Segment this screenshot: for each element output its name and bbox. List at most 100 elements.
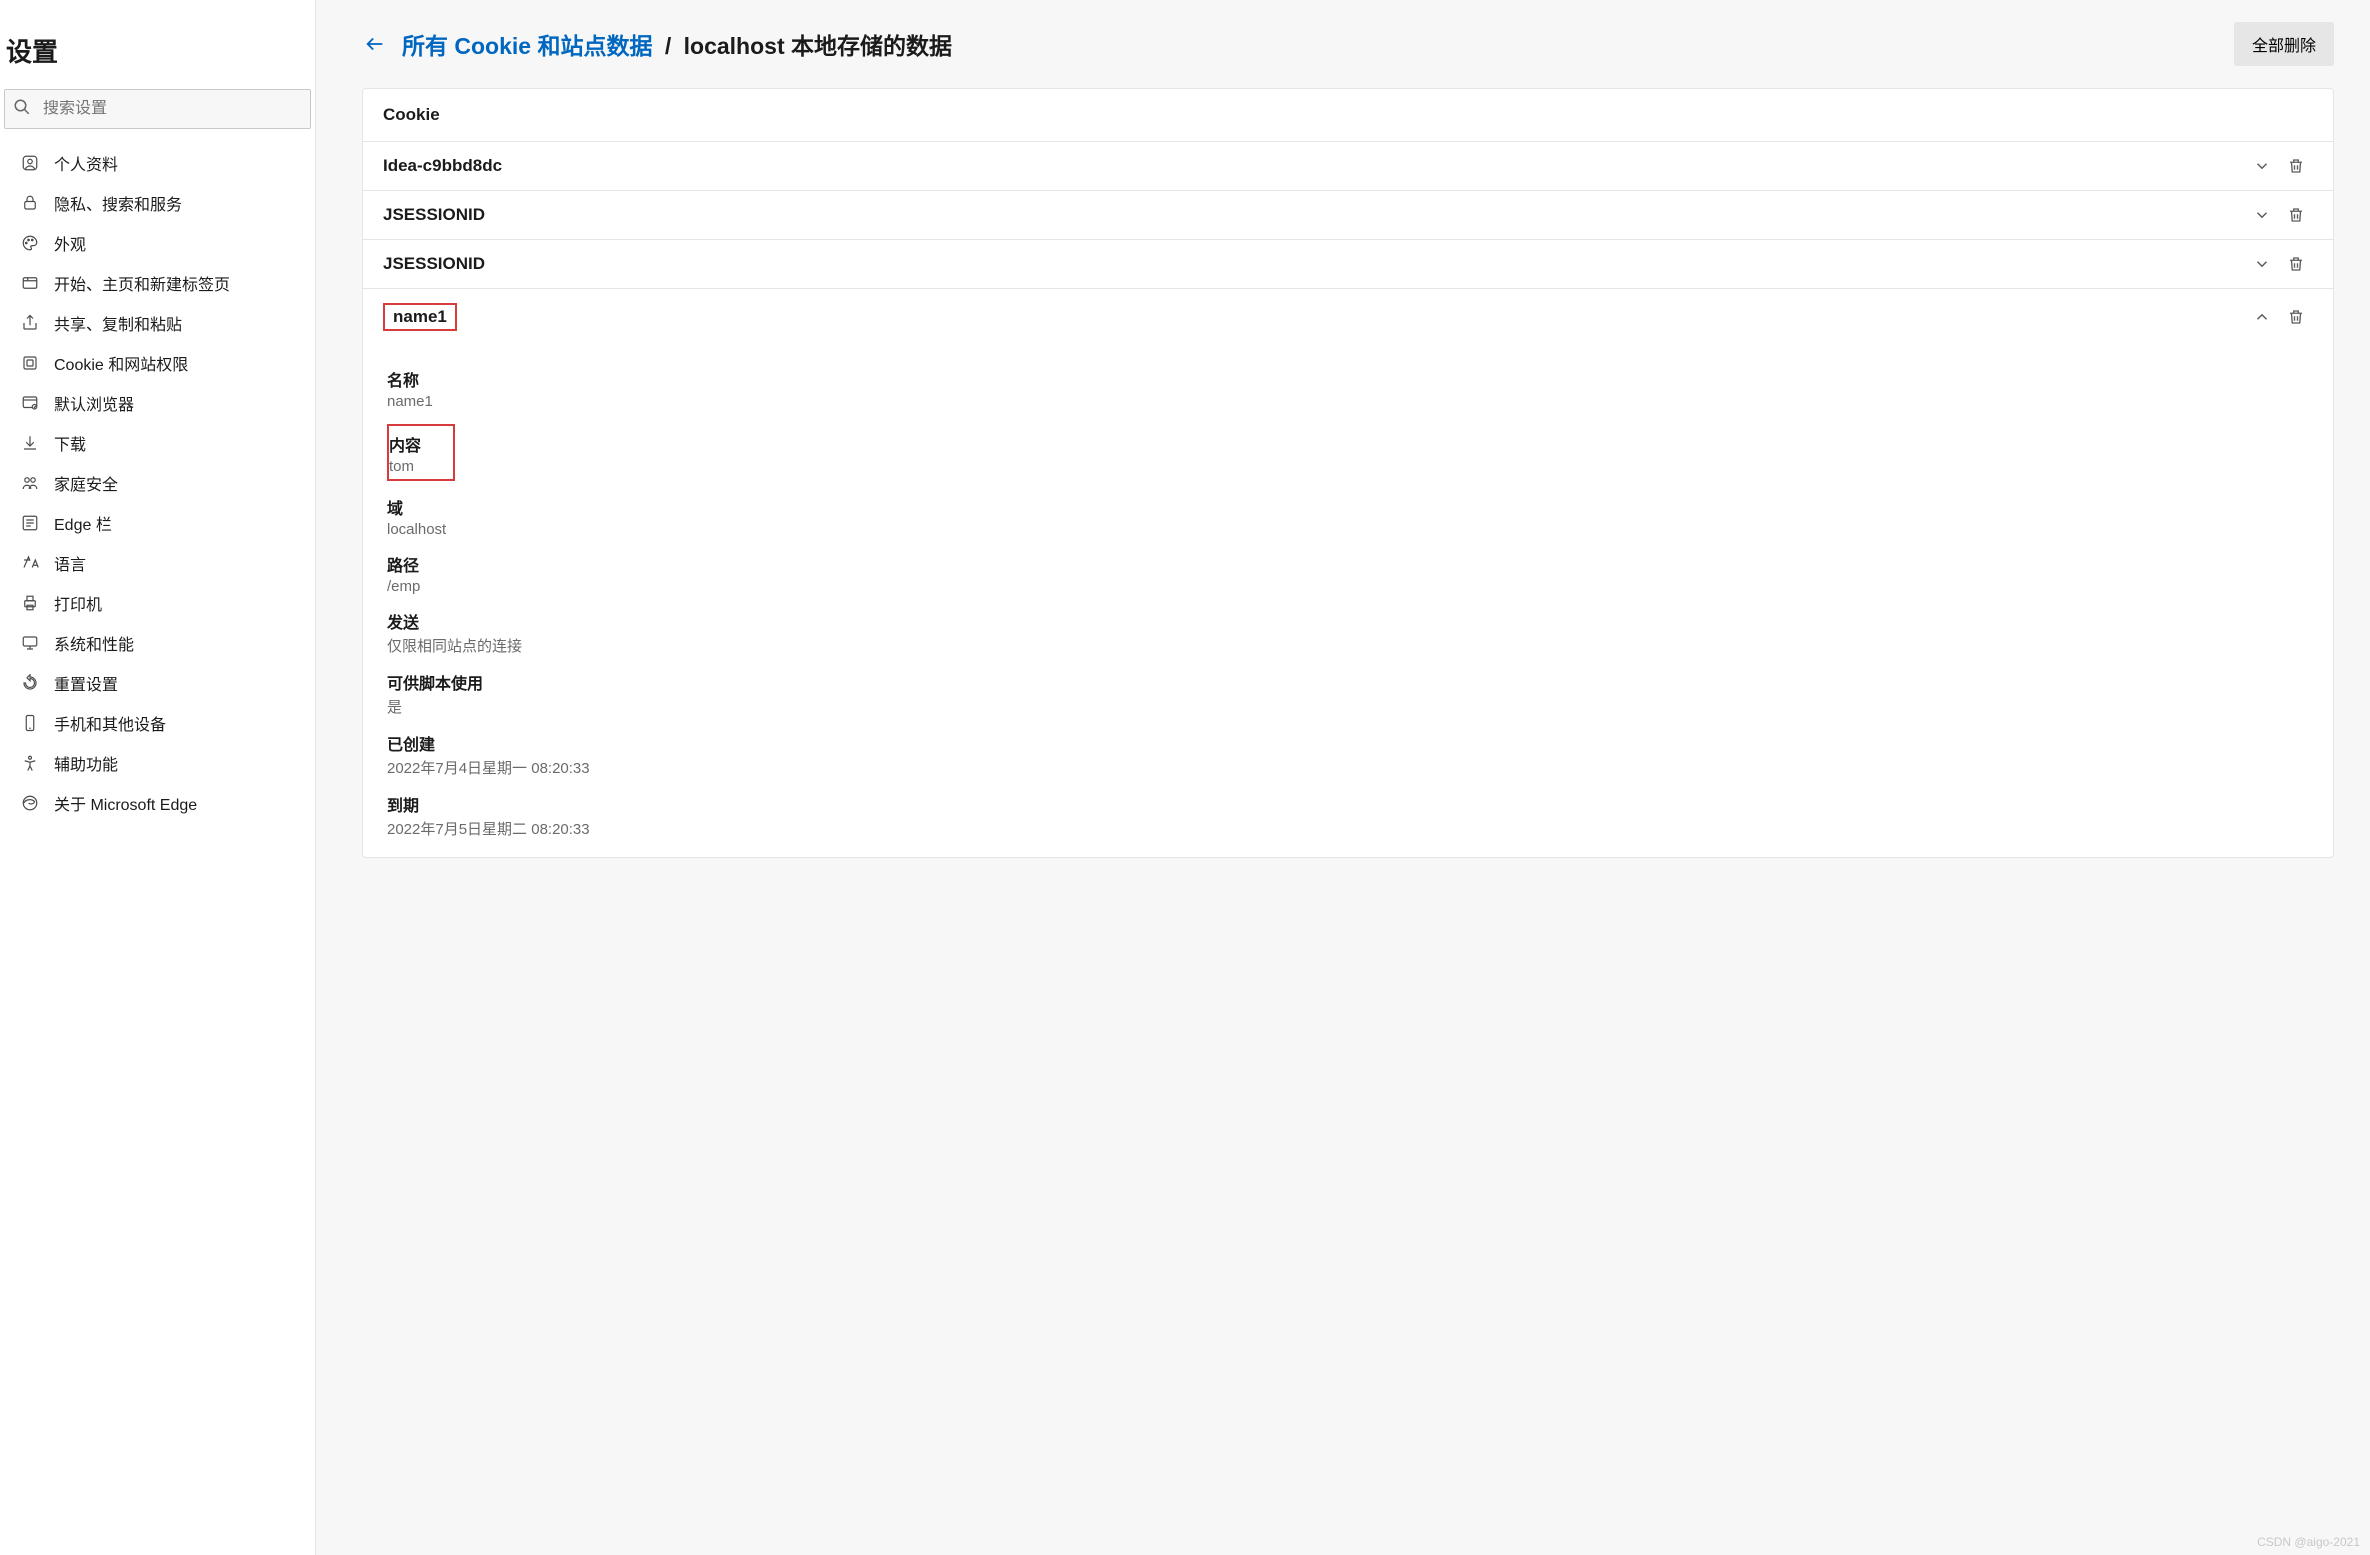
detail-domain: 域 localhost: [387, 485, 2333, 542]
edgebar-icon: [20, 513, 40, 533]
cookie-row[interactable]: Idea-c9bbd8dc: [363, 142, 2333, 191]
detail-value: 2022年7月5日星期二 08:20:33: [387, 818, 2333, 839]
back-arrow-icon[interactable]: [362, 31, 388, 57]
chevron-down-icon[interactable]: [2245, 255, 2279, 273]
download-icon: [20, 433, 40, 453]
sidebar-item-label: Cookie 和网站权限: [54, 351, 188, 375]
cookie-row[interactable]: JSESSIONID: [363, 191, 2333, 240]
edge-icon: [20, 793, 40, 813]
detail-label: 内容: [389, 432, 443, 458]
detail-value: 仅限相同站点的连接: [387, 635, 2333, 656]
sidebar-item-family[interactable]: 家庭安全: [0, 463, 315, 503]
sidebar-item-cookies[interactable]: Cookie 和网站权限: [0, 343, 315, 383]
search-input[interactable]: [43, 100, 302, 118]
page-title: 设置: [0, 32, 315, 89]
sidebar-item-language[interactable]: 语言: [0, 543, 315, 583]
detail-name: 名称 name1: [387, 357, 2333, 414]
header-row: 所有 Cookie 和站点数据 / localhost 本地存储的数据 全部删除: [362, 22, 2334, 66]
appearance-icon: [20, 233, 40, 253]
sidebar-item-phone[interactable]: 手机和其他设备: [0, 703, 315, 743]
sidebar-item-label: 共享、复制和粘贴: [54, 311, 182, 335]
language-icon: [20, 553, 40, 573]
cookie-row-expanded[interactable]: name1: [363, 289, 2333, 345]
sidebar-item-label: 手机和其他设备: [54, 711, 166, 735]
sidebar-item-share[interactable]: 共享、复制和粘贴: [0, 303, 315, 343]
sidebar-item-label: Edge 栏: [54, 511, 112, 535]
sidebar-item-start[interactable]: 开始、主页和新建标签页: [0, 263, 315, 303]
detail-send: 发送 仅限相同站点的连接: [387, 599, 2333, 660]
detail-expires: 到期 2022年7月5日星期二 08:20:33: [387, 782, 2333, 843]
sidebar-item-label: 个人资料: [54, 151, 118, 175]
cookie-card: Cookie Idea-c9bbd8dc JSESSIONID JSESSION…: [362, 88, 2334, 858]
sidebar-item-profile[interactable]: 个人资料: [0, 143, 315, 183]
sidebar-item-about[interactable]: 关于 Microsoft Edge: [0, 783, 315, 823]
phone-icon: [20, 713, 40, 733]
search-icon: [13, 98, 31, 121]
cookie-details: 名称 name1 内容 tom 域 localhost 路径 /emp 发送 仅…: [363, 345, 2333, 857]
cookie-name: name1: [393, 307, 447, 326]
sidebar-item-label: 外观: [54, 231, 86, 255]
detail-value: localhost: [387, 521, 2333, 538]
sidebar-item-accessibility[interactable]: 辅助功能: [0, 743, 315, 783]
profile-icon: [20, 153, 40, 173]
cookie-row[interactable]: JSESSIONID: [363, 240, 2333, 289]
sidebar-item-label: 系统和性能: [54, 631, 134, 655]
detail-value: tom: [389, 458, 443, 475]
settings-sidebar: 设置 个人资料 隐私、搜索和服务 外观 开始、主页和新建标签页 共享、复制和粘贴…: [0, 0, 316, 1555]
reset-icon: [20, 673, 40, 693]
sidebar-item-printers[interactable]: 打印机: [0, 583, 315, 623]
sidebar-item-label: 默认浏览器: [54, 391, 134, 415]
detail-label: 可供脚本使用: [387, 670, 2333, 696]
sidebar-item-label: 隐私、搜索和服务: [54, 191, 182, 215]
sidebar-item-label: 下载: [54, 431, 86, 455]
sidebar-item-edgebar[interactable]: Edge 栏: [0, 503, 315, 543]
delete-all-button[interactable]: 全部删除: [2234, 22, 2334, 66]
detail-created: 已创建 2022年7月4日星期一 08:20:33: [387, 721, 2333, 782]
breadcrumb: 所有 Cookie 和站点数据 / localhost 本地存储的数据: [402, 27, 2220, 61]
sidebar-item-label: 家庭安全: [54, 471, 118, 495]
cookie-icon: [20, 353, 40, 373]
lock-icon: [20, 193, 40, 213]
cookie-name: JSESSIONID: [383, 205, 2245, 225]
family-icon: [20, 473, 40, 493]
detail-path: 路径 /emp: [387, 542, 2333, 599]
detail-script: 可供脚本使用 是: [387, 660, 2333, 721]
section-header: Cookie: [363, 89, 2333, 142]
sidebar-item-reset[interactable]: 重置设置: [0, 663, 315, 703]
detail-label: 发送: [387, 609, 2333, 635]
detail-label: 域: [387, 495, 2333, 521]
main-content: 所有 Cookie 和站点数据 / localhost 本地存储的数据 全部删除…: [316, 0, 2370, 1555]
browser-icon: [20, 393, 40, 413]
detail-value: 2022年7月4日星期一 08:20:33: [387, 757, 2333, 778]
detail-value: 是: [387, 696, 2333, 717]
trash-icon[interactable]: [2279, 206, 2313, 224]
sidebar-item-default-browser[interactable]: 默认浏览器: [0, 383, 315, 423]
detail-value: /emp: [387, 578, 2333, 595]
sidebar-item-privacy[interactable]: 隐私、搜索和服务: [0, 183, 315, 223]
sidebar-item-appearance[interactable]: 外观: [0, 223, 315, 263]
cookie-name: Idea-c9bbd8dc: [383, 156, 2245, 176]
accessibility-icon: [20, 753, 40, 773]
chevron-down-icon[interactable]: [2245, 206, 2279, 224]
breadcrumb-separator: /: [659, 33, 677, 59]
chevron-up-icon[interactable]: [2245, 308, 2279, 326]
detail-label: 路径: [387, 552, 2333, 578]
sidebar-item-downloads[interactable]: 下载: [0, 423, 315, 463]
detail-label: 已创建: [387, 731, 2333, 757]
sidebar-item-system[interactable]: 系统和性能: [0, 623, 315, 663]
sidebar-item-label: 关于 Microsoft Edge: [54, 791, 197, 815]
cookie-name: JSESSIONID: [383, 254, 2245, 274]
watermark: CSDN @aigo-2021: [2257, 1535, 2360, 1549]
highlight-box: 内容 tom: [387, 424, 455, 481]
trash-icon[interactable]: [2279, 157, 2313, 175]
trash-icon[interactable]: [2279, 308, 2313, 326]
trash-icon[interactable]: [2279, 255, 2313, 273]
sidebar-item-label: 辅助功能: [54, 751, 118, 775]
detail-content: 内容 tom: [387, 414, 2333, 485]
chevron-down-icon[interactable]: [2245, 157, 2279, 175]
breadcrumb-link[interactable]: 所有 Cookie 和站点数据: [402, 33, 652, 59]
system-icon: [20, 633, 40, 653]
search-box[interactable]: [4, 89, 311, 129]
sidebar-item-label: 开始、主页和新建标签页: [54, 271, 230, 295]
sidebar-item-label: 打印机: [54, 591, 102, 615]
